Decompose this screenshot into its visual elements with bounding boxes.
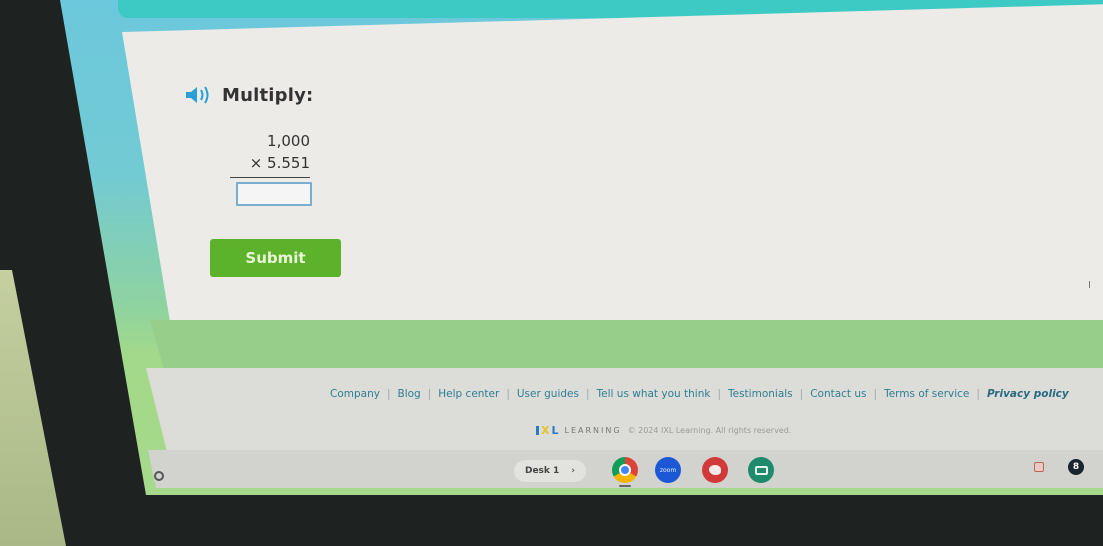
multiplicand: 1,000 bbox=[267, 132, 310, 150]
question-card: Multiply: 1,000 × 5.551 Submit I bbox=[122, 4, 1103, 334]
desk-switcher-button[interactable]: Desk 1 › bbox=[514, 460, 586, 482]
footer-separator: | bbox=[717, 388, 721, 400]
footer-link-terms[interactable]: Terms of service bbox=[884, 388, 969, 400]
footer-link-user-guides[interactable]: User guides bbox=[517, 388, 579, 400]
footer: Company | Blog | Help center | User guid… bbox=[146, 368, 1103, 456]
copyright-text: © 2024 IXL Learning. All rights reserved… bbox=[627, 426, 792, 435]
footer-link-feedback[interactable]: Tell us what you think bbox=[597, 388, 711, 400]
problem-rule bbox=[230, 177, 310, 178]
footer-link-privacy-policy[interactable]: Privacy policy bbox=[987, 388, 1069, 400]
ixl-logo[interactable]: XL bbox=[536, 424, 559, 437]
multiplier: × 5.551 bbox=[249, 154, 310, 172]
app-active-indicator bbox=[619, 485, 631, 487]
footer-link-contact-us[interactable]: Contact us bbox=[810, 388, 866, 400]
ixl-logo-x: X bbox=[541, 424, 550, 437]
footer-link-testimonials[interactable]: Testimonials bbox=[728, 388, 793, 400]
zoom-icon-text: zoom bbox=[659, 466, 677, 474]
question-prompt: Multiply: bbox=[222, 84, 314, 106]
learning-wordmark: LEARNING bbox=[564, 426, 622, 435]
footer-links: Company | Blog | Help center | User guid… bbox=[330, 388, 1069, 400]
green-band bbox=[150, 320, 1103, 370]
footer-link-blog[interactable]: Blog bbox=[398, 388, 421, 400]
background-wall bbox=[0, 270, 66, 546]
classroom-board-shape bbox=[754, 465, 768, 475]
speaker-icon[interactable] bbox=[184, 84, 214, 106]
text-cursor-mark: I bbox=[1088, 280, 1091, 291]
chrome-icon[interactable] bbox=[612, 457, 638, 483]
footer-separator: | bbox=[585, 388, 590, 400]
ixl-logo-bar bbox=[536, 426, 539, 435]
desk-label: Desk 1 bbox=[524, 466, 560, 476]
footer-link-help-center[interactable]: Help center bbox=[438, 388, 499, 400]
footer-separator: | bbox=[386, 388, 391, 400]
multiplication-problem: 1,000 × 5.551 bbox=[230, 130, 312, 206]
zoom-icon[interactable]: zoom bbox=[655, 457, 681, 483]
palette-shape bbox=[709, 465, 721, 475]
palette-icon[interactable] bbox=[702, 457, 728, 483]
screen-capture-icon[interactable] bbox=[1034, 462, 1044, 472]
copyright-row: XL LEARNING © 2024 IXL Learning. All rig… bbox=[536, 424, 791, 437]
notification-badge[interactable]: 8 bbox=[1068, 459, 1084, 475]
chromeos-shelf: Desk 1 › zoom 8 bbox=[148, 450, 1103, 488]
submit-button[interactable]: Submit bbox=[210, 239, 341, 277]
footer-link-company[interactable]: Company bbox=[330, 388, 380, 400]
launcher-icon[interactable] bbox=[154, 471, 164, 481]
footer-separator: | bbox=[976, 388, 980, 400]
classroom-icon[interactable] bbox=[748, 457, 774, 483]
chrome-icon-center bbox=[619, 464, 631, 476]
ixl-logo-l: L bbox=[551, 424, 559, 437]
chevron-right-icon: › bbox=[571, 466, 576, 476]
question-prompt-row: Multiply: bbox=[184, 84, 313, 106]
footer-separator: | bbox=[427, 388, 432, 400]
footer-separator: | bbox=[873, 388, 878, 400]
answer-input[interactable] bbox=[236, 182, 312, 206]
footer-separator: | bbox=[799, 388, 804, 400]
footer-separator: | bbox=[506, 388, 510, 400]
